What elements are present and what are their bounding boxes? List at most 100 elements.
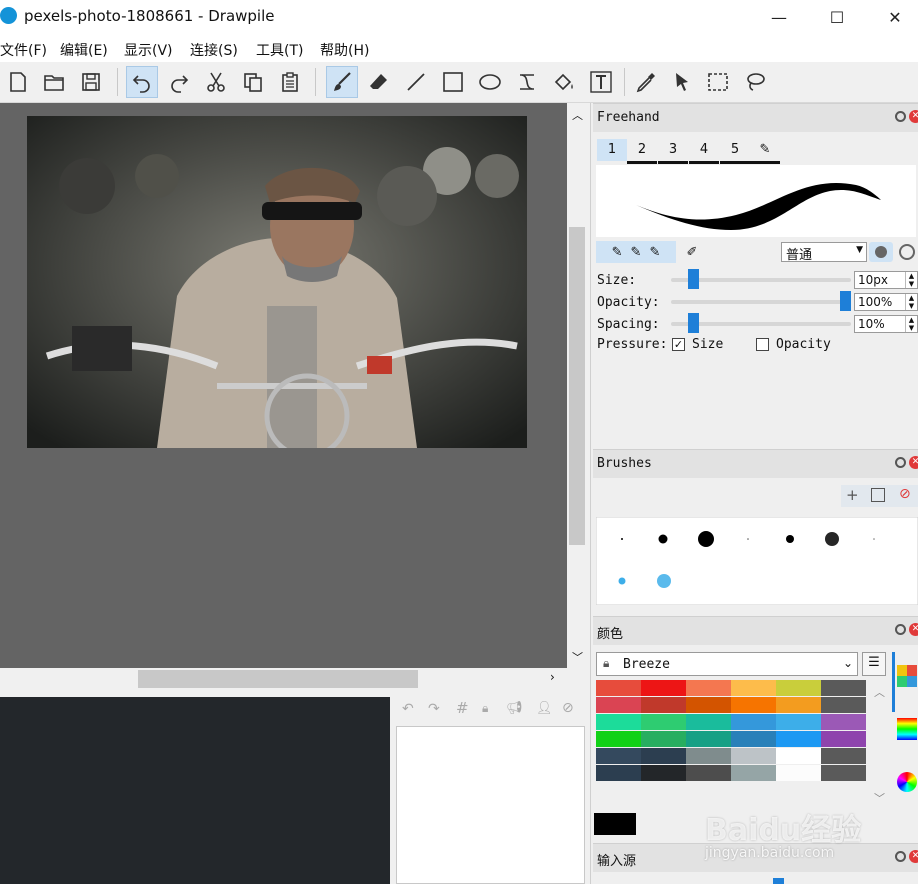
- scroll-right-icon[interactable]: ›: [550, 670, 555, 684]
- block-icon[interactable]: ⊘: [562, 700, 574, 716]
- color-swatch[interactable]: [596, 731, 641, 747]
- paste-icon[interactable]: [274, 66, 306, 98]
- color-swatch[interactable]: [686, 731, 731, 747]
- line-icon[interactable]: [400, 66, 432, 98]
- blend-mode-select[interactable]: 普通 ▼: [781, 242, 867, 263]
- color-swatch[interactable]: [596, 697, 641, 713]
- undo-icon[interactable]: [126, 66, 158, 98]
- grid-icon[interactable]: #: [456, 699, 469, 717]
- menu-tools[interactable]: 工具(T): [256, 40, 303, 60]
- dock-float-icon[interactable]: [895, 624, 906, 635]
- eraser-icon[interactable]: [363, 66, 395, 98]
- palette-menu-icon[interactable]: ☰: [862, 652, 886, 676]
- color-swatch[interactable]: [641, 697, 686, 713]
- color-picker-icon[interactable]: [630, 66, 662, 98]
- swatch-scroll-up-icon[interactable]: ︿: [874, 684, 885, 700]
- pressure-opacity-checkbox[interactable]: [756, 338, 769, 351]
- color-swatch[interactable]: [821, 748, 866, 764]
- redo-icon[interactable]: [163, 66, 195, 98]
- dock-float-icon[interactable]: [895, 457, 906, 468]
- menu-help[interactable]: 帮助(H): [320, 40, 369, 60]
- add-brush-icon[interactable]: +: [846, 486, 859, 504]
- spin-arrows-icon[interactable]: ▲ ▼: [905, 316, 917, 332]
- color-swatch[interactable]: [821, 680, 866, 696]
- antialias-icon[interactable]: [869, 242, 893, 262]
- palette-select[interactable]: 🔒︎ Breeze ⌄: [596, 652, 858, 676]
- dock-close-icon[interactable]: ✕: [909, 110, 918, 123]
- swatch-scroll-down-icon[interactable]: ﹀: [874, 790, 885, 806]
- color-swatch[interactable]: [731, 731, 776, 747]
- color-swatch-grid[interactable]: [596, 680, 868, 782]
- open-folder-icon[interactable]: [38, 66, 70, 98]
- opacity-slider[interactable]: [671, 300, 851, 304]
- color-sliders-tab-icon[interactable]: [897, 718, 917, 740]
- size-spinbox[interactable]: 10px ▲ ▼: [854, 271, 918, 289]
- color-swatch[interactable]: [731, 714, 776, 730]
- color-swatch[interactable]: [641, 748, 686, 764]
- color-swatch[interactable]: [731, 748, 776, 764]
- color-swatch[interactable]: [686, 748, 731, 764]
- preset-eraser-icon[interactable]: ✎: [750, 139, 780, 164]
- brush-icon[interactable]: [326, 66, 358, 98]
- color-swatch[interactable]: [776, 697, 821, 713]
- save-icon[interactable]: [75, 66, 107, 98]
- pressure-size-checkbox[interactable]: ✓: [672, 338, 685, 351]
- minimize-button[interactable]: —: [750, 0, 808, 34]
- spin-arrows-icon[interactable]: ▲ ▼: [905, 272, 917, 288]
- maximize-button[interactable]: ☐: [808, 0, 866, 34]
- spin-arrows-icon[interactable]: ▲ ▼: [905, 294, 917, 310]
- cut-icon[interactable]: [200, 66, 232, 98]
- user-lock-icon[interactable]: 👤︎: [536, 701, 553, 716]
- spacing-spinbox[interactable]: 10% ▲ ▼: [854, 315, 918, 333]
- color-mode-icon[interactable]: [895, 242, 918, 262]
- lasso-select-icon[interactable]: [739, 66, 771, 98]
- canvas-horizontal-scrollbar[interactable]: ›: [0, 668, 567, 690]
- brush-presets-grid[interactable]: [596, 517, 918, 605]
- input-slider-thumb[interactable]: [773, 878, 784, 884]
- pixel-brush-icon[interactable]: ✎: [612, 245, 623, 260]
- color-swatch[interactable]: [776, 748, 821, 764]
- color-swatch[interactable]: [641, 731, 686, 747]
- lock-icon[interactable]: 🔒︎: [482, 701, 488, 716]
- opacity-spinbox[interactable]: 100% ▲ ▼: [854, 293, 918, 311]
- color-swatch[interactable]: [731, 765, 776, 781]
- delete-brush-icon[interactable]: ⊘: [899, 486, 911, 502]
- color-swatch[interactable]: [596, 680, 641, 696]
- bezier-icon[interactable]: [511, 66, 543, 98]
- menu-view[interactable]: 显示(V): [124, 40, 173, 60]
- canvas-vertical-scrollbar[interactable]: ︿ ﹀: [567, 103, 587, 668]
- preset-tab-2[interactable]: 2: [627, 139, 657, 164]
- current-color-swatch[interactable]: [594, 813, 636, 835]
- undo-icon[interactable]: ↶: [402, 701, 414, 717]
- color-swatch[interactable]: [821, 765, 866, 781]
- redo-icon[interactable]: ↷: [428, 701, 440, 717]
- color-swatch[interactable]: [641, 680, 686, 696]
- scroll-down-icon[interactable]: ﹀: [572, 649, 583, 665]
- preset-tab-5[interactable]: 5: [720, 139, 750, 164]
- color-wheel-tab-icon[interactable]: [897, 772, 917, 792]
- smudge-brush-icon[interactable]: ✎: [649, 245, 660, 260]
- announce-icon[interactable]: 📢︎: [506, 701, 523, 716]
- dock-float-icon[interactable]: [895, 111, 906, 122]
- new-file-icon[interactable]: [2, 66, 34, 98]
- ellipse-icon[interactable]: [474, 66, 506, 98]
- color-swatch[interactable]: [596, 748, 641, 764]
- rectangle-icon[interactable]: [437, 66, 469, 98]
- preset-tab-3[interactable]: 3: [658, 139, 688, 164]
- color-swatch[interactable]: [776, 714, 821, 730]
- dock-close-icon[interactable]: ✕: [909, 850, 918, 863]
- vertical-scroll-thumb[interactable]: [569, 227, 585, 545]
- color-swatch[interactable]: [641, 714, 686, 730]
- color-swatch[interactable]: [821, 697, 866, 713]
- color-swatch[interactable]: [776, 731, 821, 747]
- preset-tab-1[interactable]: 1: [597, 139, 627, 161]
- spacing-slider-thumb[interactable]: [687, 313, 699, 333]
- color-swatch[interactable]: [731, 697, 776, 713]
- palette-tab-icon[interactable]: [897, 665, 917, 687]
- layer-list[interactable]: [396, 726, 585, 884]
- soft-brush-icon[interactable]: ✎: [631, 245, 642, 260]
- color-swatch[interactable]: [686, 714, 731, 730]
- color-swatch[interactable]: [641, 765, 686, 781]
- menu-file[interactable]: 文件(F): [0, 40, 47, 60]
- navigator-view[interactable]: [0, 697, 390, 884]
